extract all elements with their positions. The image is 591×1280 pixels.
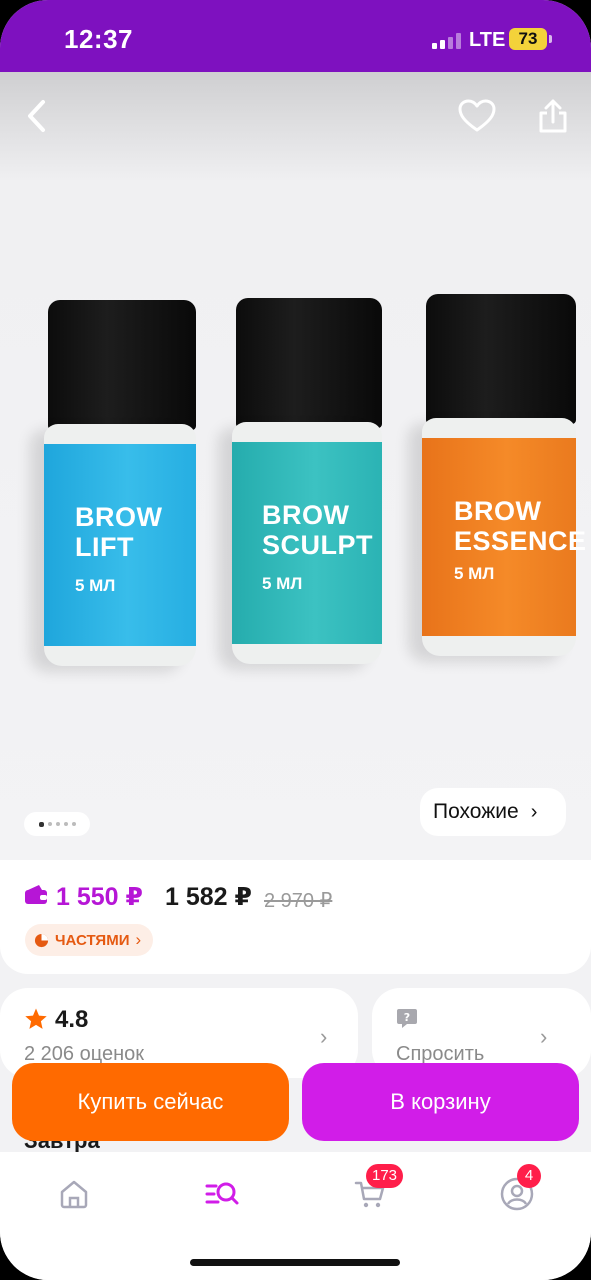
bottle-title-line1: BROW <box>75 502 163 532</box>
regular-price: 1 582 ₽ <box>165 883 252 911</box>
tab-cart[interactable]: 173 <box>348 1164 404 1216</box>
battery-tip <box>549 35 552 43</box>
gallery-pagination-dots <box>24 812 90 836</box>
bottle-cap <box>48 300 196 430</box>
status-time: 12:37 <box>64 24 133 54</box>
chevron-right-icon: › <box>540 1024 548 1049</box>
cart-count-badge: 173 <box>366 1164 404 1188</box>
chevron-left-icon <box>28 100 45 132</box>
bottle-cap <box>236 298 382 428</box>
pie-chart-icon <box>34 933 49 947</box>
product-bottle-brow-essence: BROW ESSENCE 5 МЛ <box>422 294 586 666</box>
tab-home[interactable] <box>52 1172 96 1216</box>
svg-text:?: ? <box>404 1011 410 1024</box>
tab-profile[interactable]: 4 <box>495 1164 541 1216</box>
question-bubble-icon: ? <box>397 1009 417 1028</box>
favorite-button[interactable] <box>453 92 501 140</box>
bottle-volume: 5 МЛ <box>454 564 495 583</box>
back-button[interactable] <box>14 92 62 140</box>
wallet-icon <box>25 885 47 904</box>
rating-value: 4.8 <box>55 1006 89 1033</box>
bottle-cap <box>426 294 576 424</box>
share-button[interactable] <box>529 92 577 140</box>
chevron-right-icon: › <box>135 930 142 949</box>
network-type: LTE <box>469 29 506 51</box>
chevron-right-icon: › <box>530 800 538 823</box>
bottle-title-line1: BROW <box>262 500 350 530</box>
bottle-label: BROW SCULPT 5 МЛ <box>232 442 382 644</box>
similar-products-label: Похожие <box>433 800 519 823</box>
bottle-body: BROW ESSENCE 5 МЛ <box>422 418 586 656</box>
similar-products-button[interactable]: Похожие › <box>420 788 566 836</box>
bottle-label: BROW ESSENCE 5 МЛ <box>422 438 586 636</box>
home-icon <box>60 1180 88 1209</box>
home-indicator <box>190 1259 400 1266</box>
old-price: 2 970 ₽ <box>264 890 333 912</box>
price-card: 1 550 ₽ 1 582 ₽ 2 970 ₽ ЧАСТЯМИ › <box>0 860 591 974</box>
battery-icon: 73 <box>509 28 547 50</box>
product-screen: 12:37 LTE 73 BROW LIFT 5 МЛ BROW SCULPT … <box>0 0 591 1280</box>
heart-icon <box>458 99 496 132</box>
catalog-search-icon <box>205 1182 239 1205</box>
profile-notification-badge: 4 <box>517 1164 541 1188</box>
product-bottle-brow-lift: BROW LIFT 5 МЛ <box>44 300 196 672</box>
chevron-right-icon: › <box>320 1024 328 1049</box>
bottle-label: BROW LIFT 5 МЛ <box>44 444 196 646</box>
product-image-gallery[interactable]: BROW LIFT 5 МЛ BROW SCULPT 5 МЛ BROW ESS… <box>0 72 591 860</box>
bottle-title-line1: BROW <box>454 496 542 526</box>
add-to-cart-button[interactable]: В корзину <box>302 1063 579 1141</box>
buy-now-button[interactable]: Купить сейчас <box>12 1063 289 1141</box>
star-icon <box>25 1008 47 1029</box>
product-bottle-brow-sculpt: BROW SCULPT 5 МЛ <box>232 298 382 670</box>
bottle-title-line2: SCULPT <box>262 530 373 560</box>
bottle-title-line2: ESSENCE <box>454 526 587 556</box>
installments-button[interactable]: ЧАСТЯМИ › <box>25 924 154 956</box>
wallet-price: 1 550 ₽ <box>56 883 143 911</box>
installments-label: ЧАСТЯМИ <box>55 931 130 949</box>
signal-icon <box>432 33 462 49</box>
bottle-title-line2: LIFT <box>75 532 134 562</box>
tab-catalog-search[interactable] <box>200 1172 244 1216</box>
bottle-body: BROW LIFT 5 МЛ <box>44 424 196 666</box>
bottle-volume: 5 МЛ <box>75 576 116 595</box>
share-icon <box>539 99 567 133</box>
status-bar: 12:37 LTE 73 <box>0 0 591 72</box>
bottle-body: BROW SCULPT 5 МЛ <box>232 422 382 664</box>
bottle-volume: 5 МЛ <box>262 574 303 593</box>
